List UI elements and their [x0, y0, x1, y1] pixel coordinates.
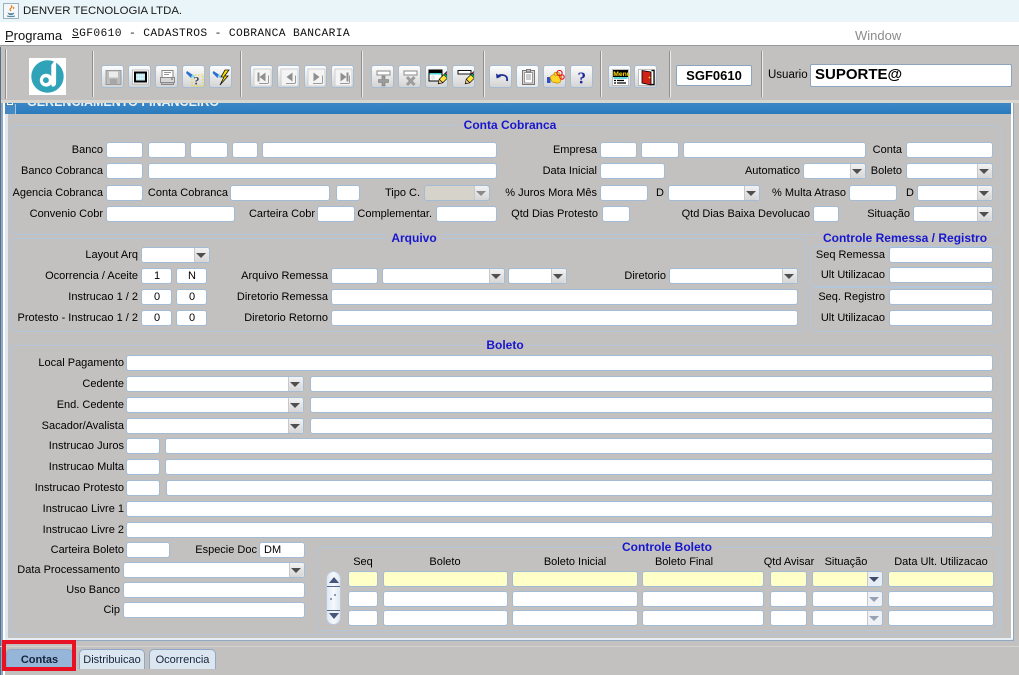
svg-text:Menu: Menu	[613, 71, 630, 78]
svg-text:?: ?	[194, 74, 200, 88]
svg-text:?: ?	[578, 69, 587, 88]
